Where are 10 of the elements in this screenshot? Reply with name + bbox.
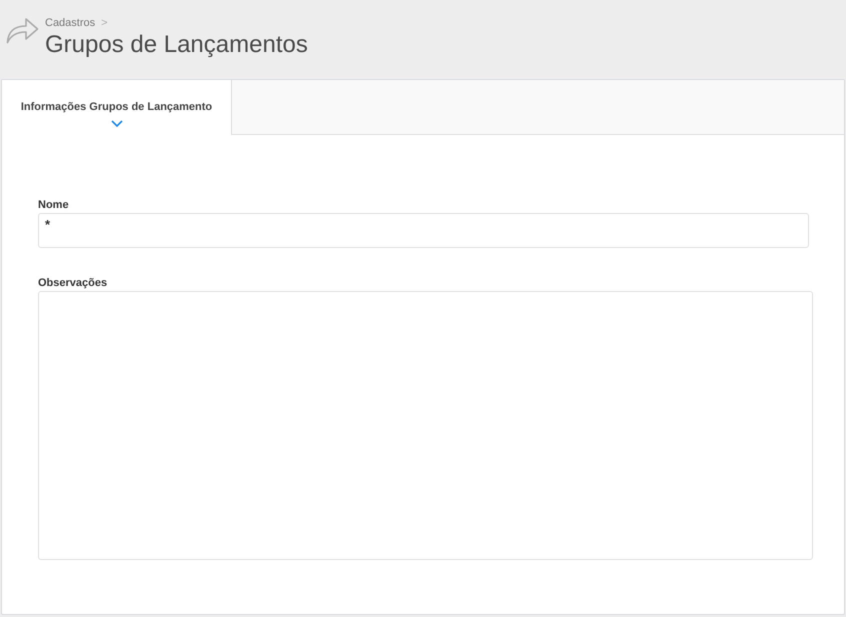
name-input-field[interactable]: *: [38, 213, 809, 248]
page-title: Grupos de Lançamentos: [45, 30, 308, 60]
tab[interactable]: Informações Grupos de Lançamento: [2, 80, 232, 135]
breadcrumb-link[interactable]: Cadastros: [45, 17, 96, 29]
breadcrumb-separator: >: [101, 17, 108, 29]
chevron-down-icon: [110, 120, 122, 127]
notes-textarea-field[interactable]: [38, 291, 813, 560]
field-label: Observações: [38, 277, 108, 290]
field-label: Nome: [38, 199, 70, 212]
share-arrow-icon[interactable]: [6, 16, 39, 44]
